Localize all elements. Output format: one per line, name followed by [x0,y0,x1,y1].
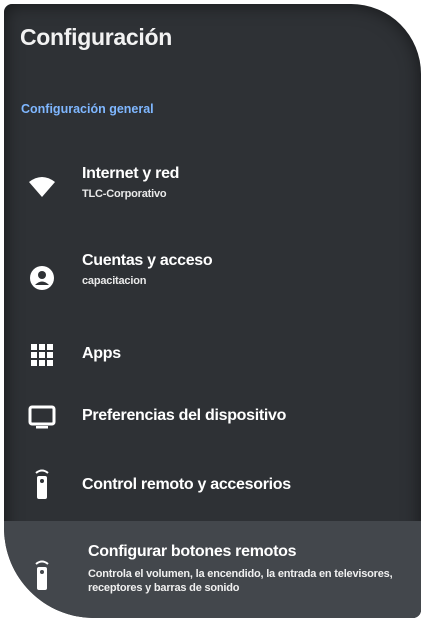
menu-item-label: Cuentas y acceso [82,252,213,269]
menu-item-label: Control remoto y accesorios [82,476,291,493]
menu-item-description: Controla el volumen, la encendido, la en… [88,568,393,594]
menu-item-apps[interactable]: Apps [4,339,421,369]
menu-item-device-preferences[interactable]: Preferencias del dispositivo [4,399,421,433]
menu-item-subtitle: TLC-Corporativo [82,188,167,200]
menu-item-label: Preferencias del dispositivo [82,407,287,424]
remote-icon [26,559,58,591]
menu-item-subtitle: capacitacion [82,275,147,287]
menu-item-label: Configurar botones remotos [88,543,297,560]
account-icon [26,262,58,294]
section-header-general: Configuración general [21,102,154,116]
menu-item-configure-remote-buttons[interactable]: Configurar botones remotos Controla el v… [4,521,421,618]
menu-item-remote-accessories[interactable]: Control remoto y accesorios [4,466,421,502]
menu-item-accounts[interactable]: Cuentas y acceso capacitacion [4,249,421,299]
menu-item-label: Apps [82,345,121,362]
apps-grid-icon [26,339,58,371]
remote-icon [26,468,58,500]
page-title: Configuración [20,24,172,50]
tv-icon [26,401,58,433]
wifi-icon [26,171,58,203]
menu-item-internet[interactable]: Internet y red TLC-Corporativo [4,162,421,212]
menu-item-label: Internet y red [82,165,180,182]
settings-panel: Configuración Configuración general Inte… [4,4,421,618]
